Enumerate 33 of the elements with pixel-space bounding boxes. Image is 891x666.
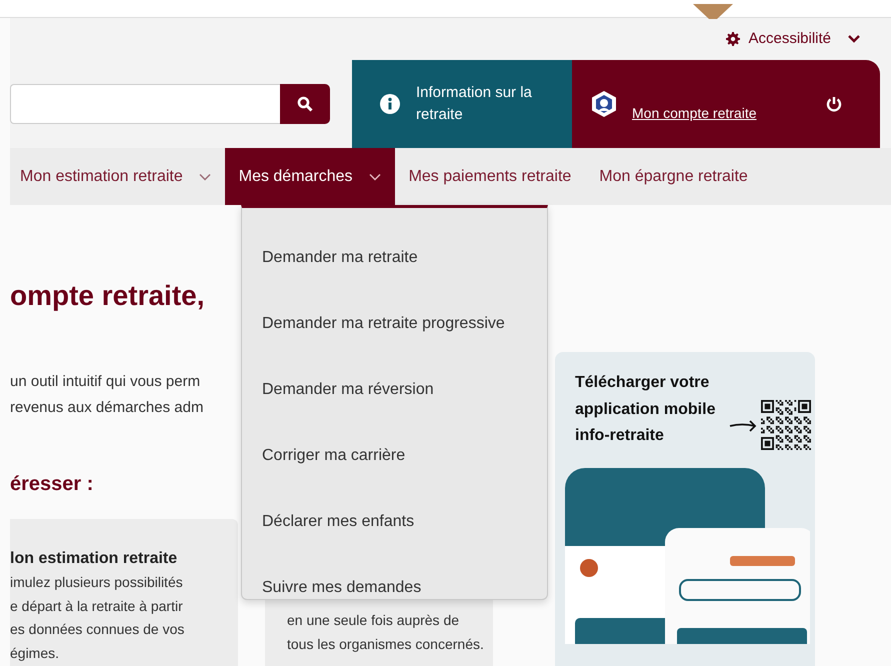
card-title: lon estimation retraite: [10, 549, 178, 569]
search-icon: [297, 96, 313, 112]
power-icon[interactable]: [826, 96, 842, 112]
chevron-down-icon: [847, 34, 861, 44]
nav-tab[interactable]: Mon épargne retraite: [585, 148, 762, 205]
gear-icon: [726, 32, 740, 46]
card-text-line: égimes.: [10, 644, 60, 663]
account-link[interactable]: Mon compte retraite: [632, 102, 756, 124]
menu-item[interactable]: Demander ma réversion: [242, 357, 547, 423]
qr-code-icon: [761, 400, 811, 450]
arrow-icon: [729, 418, 757, 432]
card-text-line: es données connues de vos: [10, 620, 186, 639]
card-text-line: en une seule fois auprès de: [287, 611, 460, 630]
card-text-line: imulez plusieurs possibilités: [10, 573, 184, 592]
card-text-line: e départ à la retraite à partir: [10, 596, 184, 616]
page-heading: ompte retraite,: [10, 279, 206, 313]
intro-text-line: un outil intuitif qui vous perm: [10, 372, 200, 392]
shield-logo-icon: [592, 91, 616, 117]
card-text-line: tous les organismes concernés.: [287, 634, 485, 654]
app-promo-title: Télécharger votre application mobile info-retraite: [575, 373, 716, 446]
nav-tab[interactable]: Mes démarches: [224, 148, 395, 205]
menu-item[interactable]: Demander ma retraite progressive: [242, 291, 547, 357]
menu-item[interactable]: Demander ma retraite: [242, 225, 547, 291]
accessibility-menu[interactable]: Accessibilité: [748, 28, 831, 50]
info-icon: [380, 94, 400, 114]
nav-tab[interactable]: Mes paiements retraite: [394, 148, 586, 205]
search-button[interactable]: [280, 84, 330, 124]
section-heading: éresser :: [10, 472, 94, 497]
search-field[interactable]: [10, 84, 280, 124]
intro-text-line: revenus aux démarches adm: [10, 398, 204, 418]
nav-tab[interactable]: Mon estimation retraite: [10, 148, 225, 205]
menu-item[interactable]: Déclarer mes enfants: [242, 489, 547, 555]
menu-item[interactable]: Corriger ma carrière: [242, 423, 547, 489]
